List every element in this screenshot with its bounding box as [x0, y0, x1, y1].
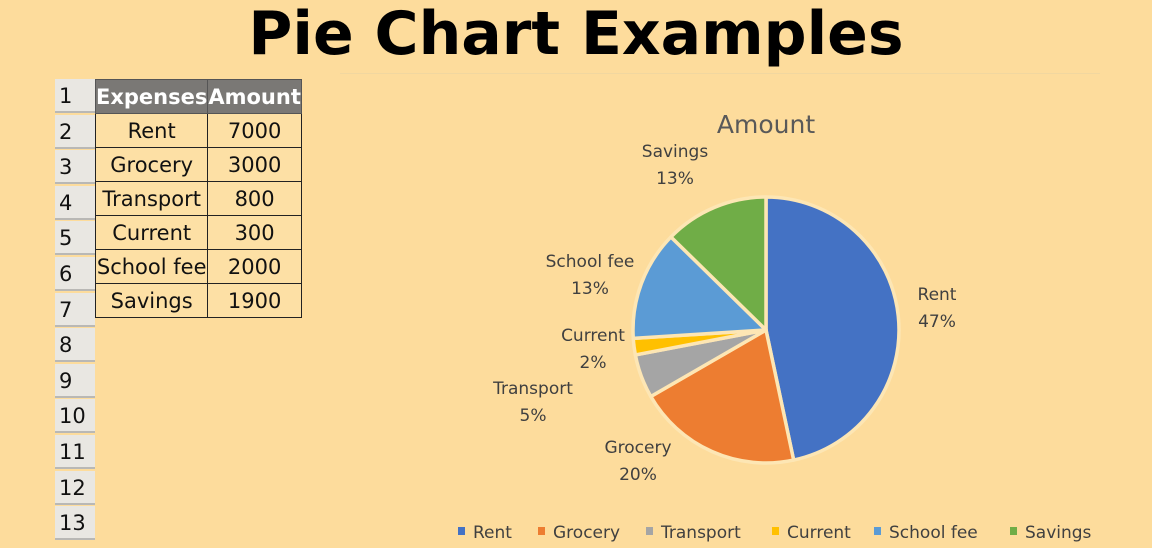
row-number[interactable]: 13: [55, 506, 95, 541]
cell-amount[interactable]: 7000: [207, 113, 302, 148]
legend-label: Rent: [473, 523, 512, 543]
legend-label: Transport: [660, 523, 741, 543]
row-number[interactable]: 11: [55, 435, 95, 469]
row-number[interactable]: 5: [55, 221, 95, 256]
row-number[interactable]: 2: [55, 114, 95, 149]
chart-title: Amount: [717, 110, 815, 139]
legend-swatch: [458, 527, 465, 535]
legend-item-rent[interactable]: Rent: [458, 523, 512, 543]
data-label-category: School fee: [546, 252, 635, 272]
cell-amount[interactable]: 2000: [207, 249, 302, 284]
page-title: Pie Chart Examples: [248, 0, 904, 69]
pie-slices: [631, 195, 901, 465]
expenses-table: Expenses Amount Rent 7000 Grocery 3000 T…: [94, 79, 302, 318]
row-number[interactable]: 6: [55, 257, 95, 291]
legend-label: Grocery: [553, 523, 620, 543]
row-number[interactable]: 12: [55, 470, 95, 505]
data-label-category: Current: [561, 326, 625, 346]
data-label-category: Rent: [918, 285, 957, 305]
legend-item-transport[interactable]: Transport: [646, 523, 741, 543]
data-label-category: Savings: [642, 142, 709, 162]
legend-item-grocery[interactable]: Grocery: [538, 523, 620, 543]
table-row: Current 300: [94, 215, 302, 250]
legend-swatch: [1010, 527, 1017, 535]
column-header-strip: [340, 73, 1100, 79]
header-expenses[interactable]: Expenses: [94, 79, 209, 114]
legend-label: Savings: [1025, 523, 1092, 543]
row-number[interactable]: 1: [55, 79, 95, 113]
header-amount[interactable]: Amount: [207, 79, 302, 114]
data-label-percent: 13%: [571, 279, 609, 299]
row-number[interactable]: 3: [55, 150, 95, 185]
cell-amount[interactable]: 3000: [207, 147, 302, 182]
cell-expense[interactable]: Grocery: [94, 147, 209, 182]
cell-expense[interactable]: Current: [94, 215, 209, 250]
cell-expense[interactable]: School fee: [94, 249, 209, 284]
row-number[interactable]: 4: [55, 185, 95, 220]
cell-amount[interactable]: 300: [207, 215, 302, 250]
legend-item-current[interactable]: Current: [772, 523, 851, 543]
row-number[interactable]: 7: [55, 292, 95, 327]
legend-item-savings[interactable]: Savings: [1010, 523, 1092, 543]
table-row: Savings 1900: [94, 283, 302, 318]
data-label-percent: 13%: [656, 169, 694, 189]
table-row: Grocery 3000: [94, 147, 302, 182]
pie-chart-svg: Amount Rent 47% Grocery 20% Transport 5% Curre…: [458, 110, 1092, 543]
row-number[interactable]: 10: [55, 399, 95, 434]
cell-expense[interactable]: Savings: [94, 283, 209, 318]
data-label-percent: 2%: [580, 353, 607, 373]
data-label-category: Grocery: [604, 438, 671, 458]
table-row: School fee 2000: [94, 249, 302, 284]
cell-expense[interactable]: Rent: [94, 113, 209, 148]
legend-swatch: [874, 527, 881, 535]
legend-swatch: [538, 527, 545, 535]
legend-label: School fee: [889, 523, 978, 543]
legend-swatch: [646, 527, 653, 535]
legend-item-school-fee[interactable]: School fee: [874, 523, 978, 543]
legend-swatch: [772, 527, 779, 535]
table-header-row: Expenses Amount: [94, 79, 302, 114]
cell-expense[interactable]: Transport: [94, 181, 209, 216]
data-label-category: Transport: [492, 379, 573, 399]
cell-amount[interactable]: 800: [207, 181, 302, 216]
table-row: Transport 800: [94, 181, 302, 216]
chart-legend: Rent Grocery Transport Current School fee Sav…: [458, 523, 1092, 543]
data-label-percent: 47%: [918, 312, 956, 332]
cell-amount[interactable]: 1900: [207, 283, 302, 318]
data-label-percent: 20%: [619, 465, 657, 485]
pie-chart[interactable]: Amount Rent 47% Grocery 20% Transport 5% Curre…: [430, 95, 1152, 543]
legend-label: Current: [787, 523, 851, 543]
table-row: Rent 7000: [94, 113, 302, 148]
row-number[interactable]: 8: [55, 328, 95, 363]
row-number[interactable]: 9: [55, 363, 95, 398]
data-label-percent: 5%: [520, 406, 547, 426]
